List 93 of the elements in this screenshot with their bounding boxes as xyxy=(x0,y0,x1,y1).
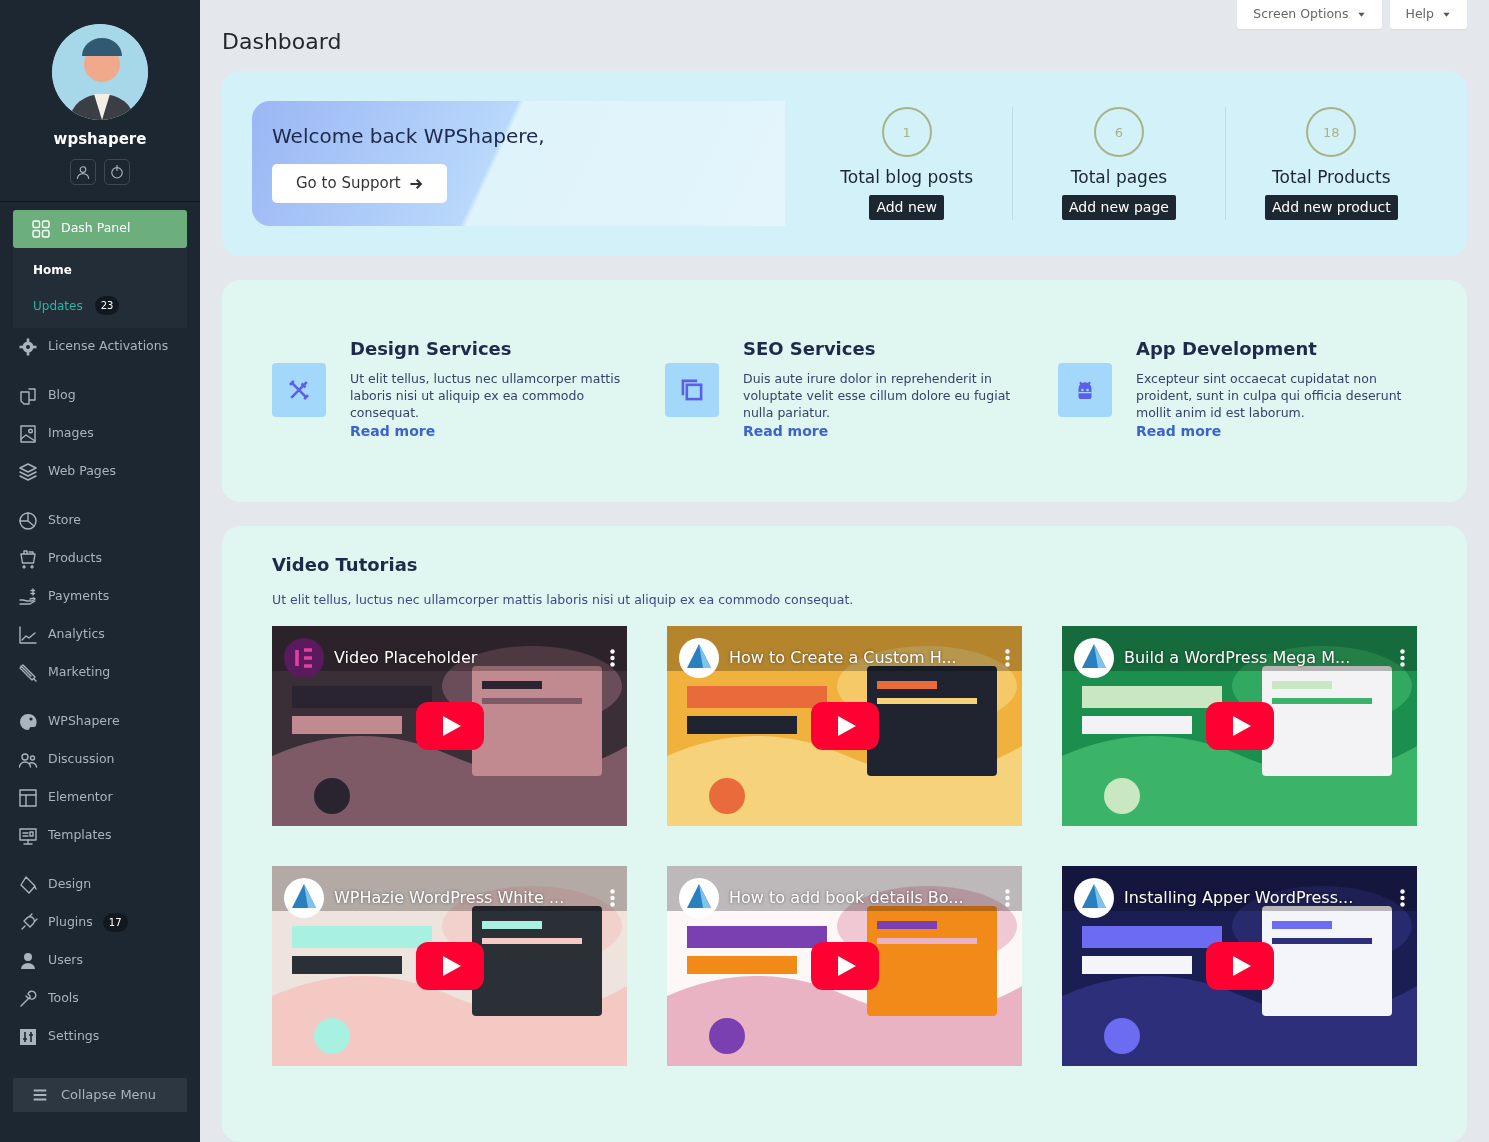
menu-item[interactable]: Plugins 17 xyxy=(0,903,200,942)
more-icon xyxy=(1400,889,1405,908)
service-title: App Development xyxy=(1136,338,1318,360)
channel-logo-icon xyxy=(1074,638,1114,679)
more-icon xyxy=(610,649,615,668)
stat-label: Total pages xyxy=(1070,166,1168,190)
video-title: Video Placeholder xyxy=(334,647,479,670)
menu-item[interactable]: Tools xyxy=(0,979,200,1018)
more-icon xyxy=(1005,889,1010,908)
layout-icon xyxy=(18,787,38,808)
play-button[interactable] xyxy=(416,702,484,751)
collapse-menu-button[interactable]: Collapse Menu xyxy=(13,1077,187,1112)
add-button[interactable]: Add new xyxy=(869,194,944,220)
menu-item[interactable]: Design xyxy=(0,865,200,904)
palette-icon xyxy=(18,711,38,732)
section-title: Video Tutorias xyxy=(272,553,419,576)
sliders-icon xyxy=(18,1026,38,1047)
add-button[interactable]: Add new page xyxy=(1062,194,1176,220)
profile-button[interactable] xyxy=(70,158,96,185)
more-options-button[interactable] xyxy=(1400,889,1405,908)
menu-item[interactable]: Discussion xyxy=(0,740,200,779)
stat-label: Total blog posts xyxy=(840,166,974,190)
channel-logo-icon xyxy=(1074,878,1114,919)
dropdown-button[interactable]: Screen Options xyxy=(1237,0,1382,29)
menu-item[interactable]: Marketing xyxy=(0,653,200,692)
count-circle: 18 xyxy=(1306,107,1357,158)
video-title: How to Create a Custom H... xyxy=(729,647,958,670)
documents-icon xyxy=(18,385,38,406)
submenu-item[interactable]: Updates 23 xyxy=(13,287,187,324)
layers-icon xyxy=(18,461,38,482)
monitor-icon xyxy=(18,825,38,846)
arrow-right-icon xyxy=(408,176,423,191)
add-button[interactable]: Add new product xyxy=(1264,194,1398,220)
grid-icon xyxy=(31,218,51,239)
username: wpshapere xyxy=(53,129,147,150)
welcome-title: Welcome back WPShapere, xyxy=(272,124,546,149)
menu-item[interactable]: Users xyxy=(0,941,200,980)
menu-item[interactable]: Templates xyxy=(0,816,200,855)
read-more-link[interactable]: Read more xyxy=(350,422,436,439)
menu-item[interactable]: WPShapere xyxy=(0,702,200,741)
stat-label: Total Products xyxy=(1272,166,1391,190)
video-title: Build a WordPress Mega M... xyxy=(1124,647,1352,670)
more-options-button[interactable] xyxy=(1400,649,1405,668)
read-more-link[interactable]: Read more xyxy=(1136,422,1222,439)
page-title: Dashboard xyxy=(222,28,343,56)
menu-item[interactable]: Settings xyxy=(0,1017,200,1056)
menu-item[interactable]: Elementor xyxy=(0,778,200,817)
more-icon xyxy=(610,889,615,908)
count-badge: 17 xyxy=(102,913,128,932)
more-icon xyxy=(1400,649,1405,668)
play-button[interactable] xyxy=(416,942,484,991)
menu-item[interactable]: Store xyxy=(0,501,200,540)
count-circle: 1 xyxy=(881,107,932,158)
menu-item[interactable]: Products xyxy=(0,539,200,578)
more-icon xyxy=(1005,649,1010,668)
read-more-link[interactable]: Read more xyxy=(743,422,829,439)
logout-button[interactable] xyxy=(104,158,130,185)
service-description: Excepteur sint occaecat cupidatat non proident, sunt in culpa qui officia deserunt mollit anim id est laborum. xyxy=(1136,369,1403,421)
video-title: How to add book details Bo... xyxy=(729,887,965,910)
user-icon xyxy=(18,950,38,971)
service-description: Duis aute irure dolor in reprehenderit in voluptate velit esse cillum dolore eu fugiat nulla pariatur. xyxy=(743,369,1012,421)
support-button[interactable]: Go to Support xyxy=(272,164,447,203)
menu-item[interactable]: License Activations xyxy=(0,327,200,366)
play-button[interactable] xyxy=(1206,942,1274,991)
service-title: SEO Services xyxy=(743,338,877,360)
play-button[interactable] xyxy=(811,702,879,751)
pie-chart-icon xyxy=(18,510,38,531)
service-description: Ut elit tellus, luctus nec ullamcorper mattis laboris nisi ut aliquip ex ea commodo consequat. xyxy=(350,369,622,421)
channel-logo-icon xyxy=(284,878,324,919)
dropdown-button[interactable]: Help xyxy=(1389,0,1467,29)
video-title: Installing Apper WordPress... xyxy=(1124,887,1355,910)
section-description: Ut elit tellus, luctus nec ullamcorper mattis laboris nisi ut aliquip ex ea commodo consequat. xyxy=(272,591,855,610)
menu-item[interactable]: Blog xyxy=(0,376,200,415)
count-badge: 23 xyxy=(94,296,120,315)
power-icon xyxy=(109,163,125,180)
channel-logo-icon xyxy=(679,638,719,679)
menu-item[interactable]: Analytics xyxy=(0,615,200,654)
paint-bucket-icon xyxy=(18,874,38,895)
menu-item[interactable]: Payments xyxy=(0,577,200,616)
menu-item[interactable]: Web Pages xyxy=(0,452,200,491)
video-title: WPHazie WordPress White ... xyxy=(334,887,566,910)
service-title: Design Services xyxy=(350,338,513,360)
line-chart-icon xyxy=(18,624,38,645)
more-options-button[interactable] xyxy=(610,649,615,668)
submenu-item[interactable]: Home xyxy=(13,251,187,288)
channel-logo-icon xyxy=(679,878,719,919)
channel-logo-icon xyxy=(284,638,324,679)
count-circle: 6 xyxy=(1094,107,1144,158)
user-icon xyxy=(75,163,91,180)
hand-dollar-icon xyxy=(18,586,38,607)
image-icon xyxy=(18,423,38,444)
menu-item[interactable]: Images xyxy=(0,414,200,453)
cart-icon xyxy=(18,548,38,569)
